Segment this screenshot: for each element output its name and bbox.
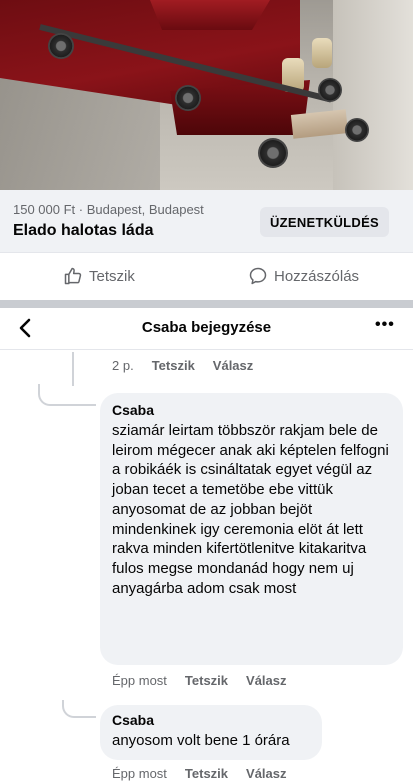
trolley-wheel: [48, 33, 74, 59]
comment-text: anyosom volt bene 1 órára: [112, 732, 290, 749]
comment-label: Hozzászólás: [274, 267, 360, 285]
thread-title: Csaba bejegyzése: [141, 319, 272, 336]
comment-meta: 2 p. Tetszik Válasz: [112, 358, 271, 373]
trolley-wheel: [318, 78, 342, 102]
photo-wall: [333, 0, 413, 190]
comment-text: sziamár leirtam többször rakjam bele de …: [112, 422, 389, 597]
coffin-lid: [150, 0, 270, 30]
comment-time: Épp most: [112, 766, 167, 781]
listing-price-location: 150 000 Ft · Budapest, Budapest: [13, 202, 204, 217]
thumbs-up-icon: [64, 267, 82, 285]
speech-bubble-icon: [249, 267, 267, 285]
listing-photo[interactable]: [0, 0, 413, 190]
listing-title[interactable]: Elado halotas láda: [13, 222, 153, 240]
section-divider: [0, 300, 413, 308]
thread-connector: [62, 700, 96, 718]
coffin-handle: [312, 38, 332, 68]
comment-reply-link[interactable]: Válasz: [246, 673, 286, 688]
comment-like-link[interactable]: Tetszik: [185, 673, 228, 688]
like-button[interactable]: Tetszik: [63, 266, 135, 286]
comment-meta: Épp most Tetszik Válasz: [112, 766, 305, 781]
comment-time: Épp most: [112, 673, 167, 688]
comment-reply-link[interactable]: Válasz: [213, 358, 253, 373]
post-actions-bar: Tetszik Hozzászólás: [0, 252, 413, 300]
thread-connector: [72, 352, 102, 386]
comment-like-link[interactable]: Tetszik: [185, 766, 228, 781]
comment-bubble: Csaba anyosom volt bene 1 órára: [100, 705, 322, 760]
trolley-wheel: [258, 138, 288, 168]
comment-author[interactable]: Csaba: [112, 712, 310, 728]
more-options-icon[interactable]: •••: [375, 316, 395, 334]
comment-meta: Épp most Tetszik Válasz: [112, 673, 305, 688]
comment-button[interactable]: Hozzászólás: [248, 266, 359, 286]
comment-reply-link[interactable]: Válasz: [246, 766, 286, 781]
send-message-button[interactable]: ÜZENETKÜLDÉS: [260, 207, 389, 237]
thread-connector: [38, 384, 96, 406]
trolley-wheel: [345, 118, 369, 142]
thread-header: Csaba bejegyzése •••: [0, 308, 413, 350]
comment-bubble: Csaba sziamár leirtam többször rakjam be…: [100, 393, 403, 665]
comment-author[interactable]: Csaba: [112, 402, 391, 418]
comment-time: 2 p.: [112, 358, 134, 373]
like-label: Tetszik: [89, 267, 135, 285]
trolley-wheel: [175, 85, 201, 111]
comment-like-link[interactable]: Tetszik: [152, 358, 195, 373]
